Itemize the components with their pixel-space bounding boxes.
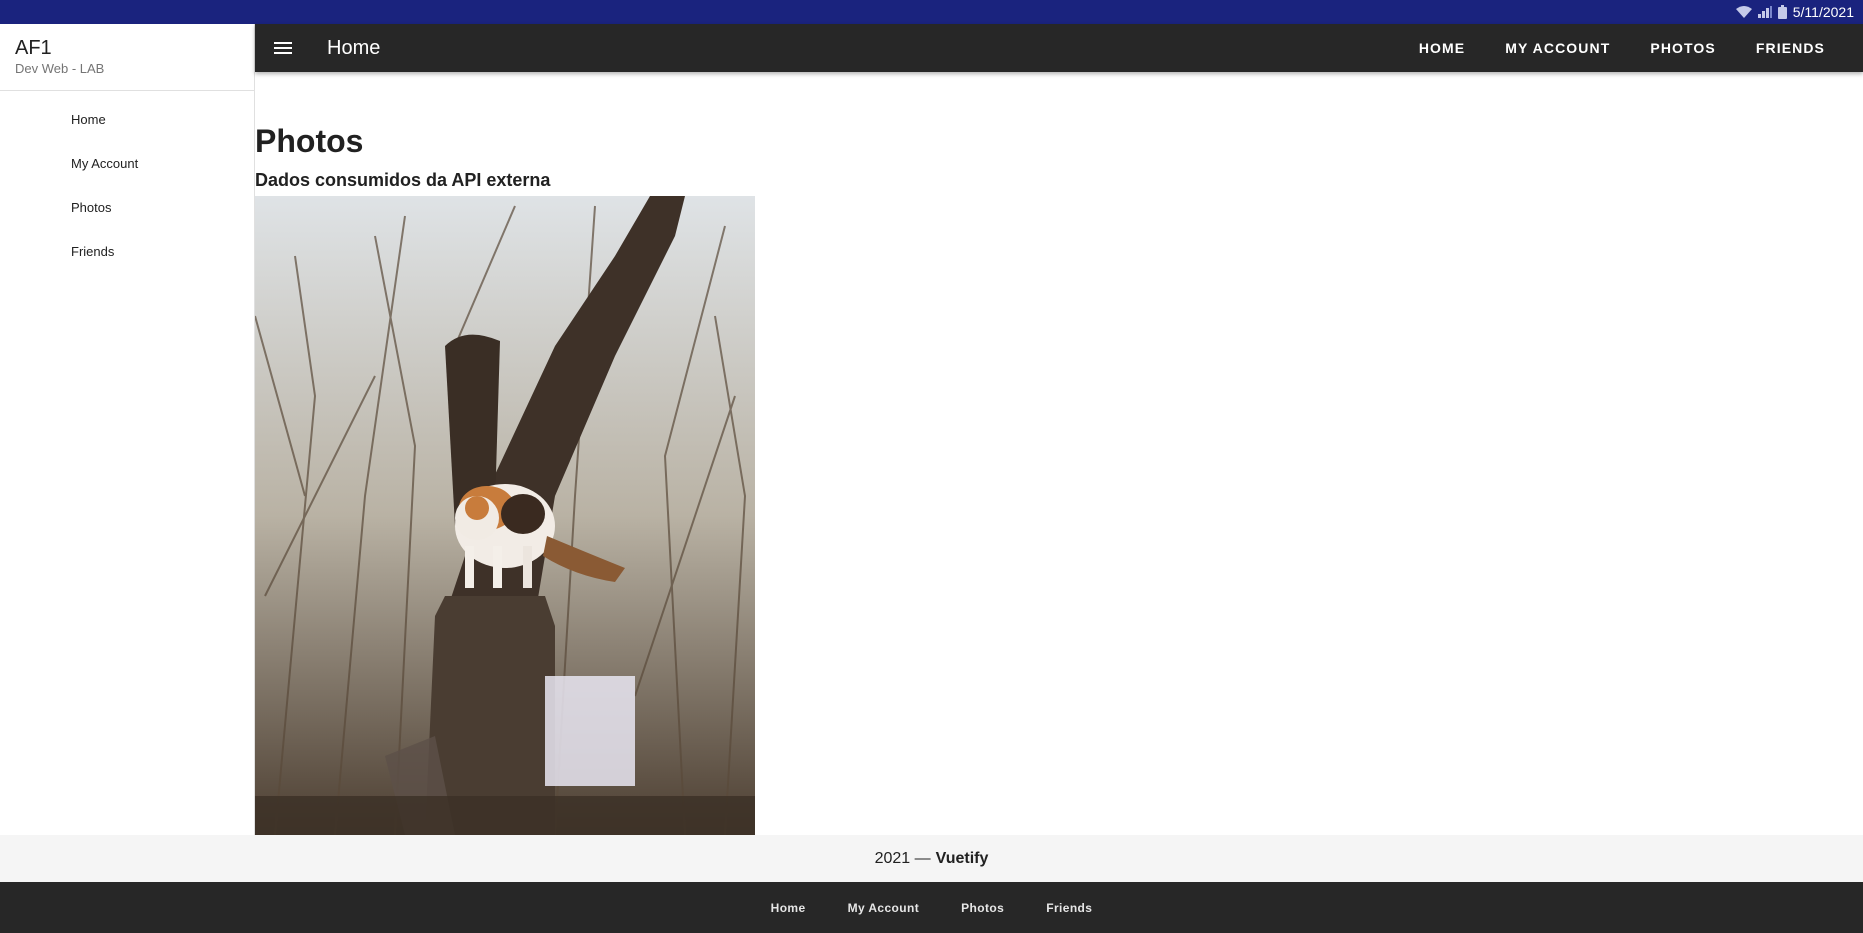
navigation-drawer: AF1 Dev Web - LAB Home My Account Photos… [0,24,255,835]
wifi-icon [1735,6,1752,18]
bottom-nav-my-account[interactable]: My Account [827,901,941,915]
app-bar-title: Home [327,36,381,59]
drawer-menu: Home My Account Photos Friends [0,91,254,273]
hamburger-menu-icon[interactable] [255,24,311,72]
bottom-navigation: Home My Account Photos Friends [0,882,1863,933]
bottom-nav-photos[interactable]: Photos [940,901,1025,915]
page-subtitle: Dados consumidos da API externa [255,170,551,190]
main-content: Photos Dados consumidos da API externa [255,72,1863,835]
footer-year: 2021 — [874,849,931,867]
battery-icon [1777,5,1787,19]
nav-button-my-account[interactable]: MY ACCOUNT [1485,24,1630,72]
drawer-item-home[interactable]: Home [0,97,254,141]
app-bar: Home HOME MY ACCOUNT PHOTOS FRIENDS [255,24,1863,72]
footer-brand: Vuetify [935,849,989,867]
drawer-header: AF1 Dev Web - LAB [0,24,254,91]
bottom-nav-friends[interactable]: Friends [1025,901,1113,915]
nav-button-photos[interactable]: PHOTOS [1630,24,1735,72]
nav-button-home[interactable]: HOME [1399,24,1485,72]
bottom-nav-home[interactable]: Home [750,901,827,915]
drawer-item-friends[interactable]: Friends [0,229,254,273]
drawer-item-my-account[interactable]: My Account [0,141,254,185]
nav-button-friends[interactable]: FRIENDS [1736,24,1845,72]
status-date: 5/11/2021 [1792,4,1854,20]
footer: 2021 — Vuetify [0,835,1863,882]
system-status-bar: 5/11/2021 [0,0,1863,24]
page-title: Photos [255,123,364,159]
signal-icon [1757,6,1772,18]
drawer-subtitle: Dev Web - LAB [15,61,105,76]
app-bar-nav: HOME MY ACCOUNT PHOTOS FRIENDS [1399,24,1863,72]
cat-on-tree-stump-photo [255,196,755,835]
drawer-title: AF1 [15,37,52,59]
drawer-item-photos[interactable]: Photos [0,185,254,229]
